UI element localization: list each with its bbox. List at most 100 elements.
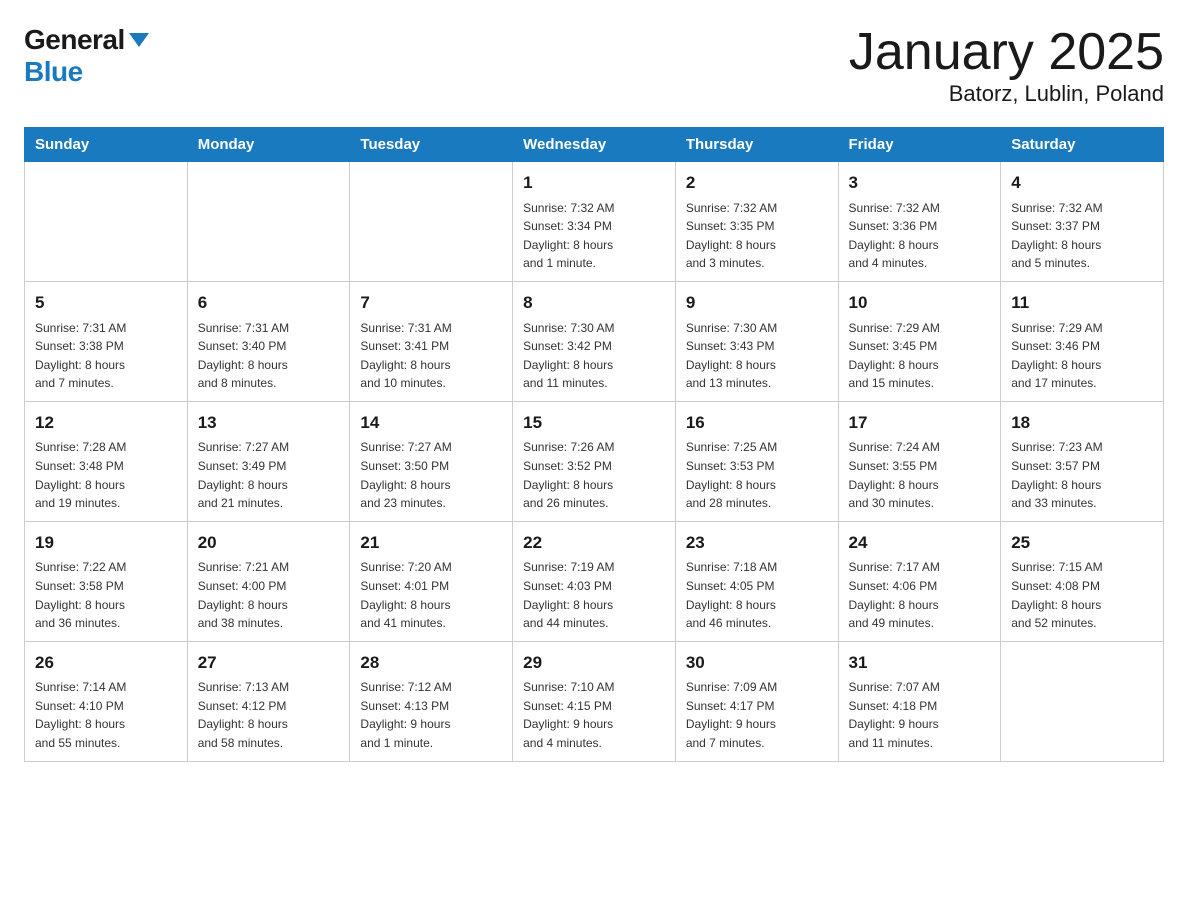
day-number: 26 bbox=[35, 650, 177, 676]
calendar-day-cell: 13Sunrise: 7:27 AMSunset: 3:49 PMDayligh… bbox=[187, 401, 350, 521]
calendar-day-cell: 20Sunrise: 7:21 AMSunset: 4:00 PMDayligh… bbox=[187, 521, 350, 641]
calendar-day-cell: 17Sunrise: 7:24 AMSunset: 3:55 PMDayligh… bbox=[838, 401, 1001, 521]
day-number: 30 bbox=[686, 650, 828, 676]
day-info: Sunrise: 7:20 AMSunset: 4:01 PMDaylight:… bbox=[360, 558, 502, 632]
day-info: Sunrise: 7:32 AMSunset: 3:36 PMDaylight:… bbox=[849, 199, 991, 273]
day-info: Sunrise: 7:31 AMSunset: 3:38 PMDaylight:… bbox=[35, 319, 177, 393]
day-number: 12 bbox=[35, 410, 177, 436]
day-number: 8 bbox=[523, 290, 665, 316]
calendar-day-cell: 28Sunrise: 7:12 AMSunset: 4:13 PMDayligh… bbox=[350, 641, 513, 761]
day-of-week-header: Tuesday bbox=[350, 128, 513, 162]
calendar-day-cell: 15Sunrise: 7:26 AMSunset: 3:52 PMDayligh… bbox=[513, 401, 676, 521]
day-info: Sunrise: 7:07 AMSunset: 4:18 PMDaylight:… bbox=[849, 678, 991, 752]
day-info: Sunrise: 7:30 AMSunset: 3:43 PMDaylight:… bbox=[686, 319, 828, 393]
calendar-day-cell: 23Sunrise: 7:18 AMSunset: 4:05 PMDayligh… bbox=[675, 521, 838, 641]
day-number: 4 bbox=[1011, 170, 1153, 196]
calendar-day-cell: 11 Sunrise: 7:29 AMSunset: 3:46 PMDayligh… bbox=[1001, 282, 1164, 402]
day-number: 16 bbox=[686, 410, 828, 436]
day-info: Sunrise: 7:18 AMSunset: 4:05 PMDaylight:… bbox=[686, 558, 828, 632]
calendar-day-cell: 21Sunrise: 7:20 AMSunset: 4:01 PMDayligh… bbox=[350, 521, 513, 641]
day-info: Sunrise: 7:13 AMSunset: 4:12 PMDaylight:… bbox=[198, 678, 340, 752]
day-number: 28 bbox=[360, 650, 502, 676]
day-info: Sunrise: 7:32 AMSunset: 3:37 PMDaylight:… bbox=[1011, 199, 1153, 273]
day-number: 6 bbox=[198, 290, 340, 316]
day-info: Sunrise: 7:29 AMSunset: 3:45 PMDaylight:… bbox=[849, 319, 991, 393]
day-info: Sunrise: 7:12 AMSunset: 4:13 PMDaylight:… bbox=[360, 678, 502, 752]
day-info: Sunrise: 7:09 AMSunset: 4:17 PMDaylight:… bbox=[686, 678, 828, 752]
day-number: 14 bbox=[360, 410, 502, 436]
day-info: Sunrise: 7:23 AMSunset: 3:57 PMDaylight:… bbox=[1011, 438, 1153, 512]
day-of-week-header: Thursday bbox=[675, 128, 838, 162]
calendar-day-cell: 3 Sunrise: 7:32 AMSunset: 3:36 PMDaylight… bbox=[838, 162, 1001, 282]
calendar-day-cell: 22Sunrise: 7:19 AMSunset: 4:03 PMDayligh… bbox=[513, 521, 676, 641]
logo-arrow-icon bbox=[129, 33, 149, 47]
calendar-day-cell: 27Sunrise: 7:13 AMSunset: 4:12 PMDayligh… bbox=[187, 641, 350, 761]
calendar-day-cell: 26Sunrise: 7:14 AMSunset: 4:10 PMDayligh… bbox=[25, 641, 188, 761]
day-of-week-header: Friday bbox=[838, 128, 1001, 162]
calendar-week-row: 1 Sunrise: 7:32 AMSunset: 3:34 PMDaylight… bbox=[25, 162, 1164, 282]
calendar-header-row: SundayMondayTuesdayWednesdayThursdayFrid… bbox=[25, 128, 1164, 162]
day-info: Sunrise: 7:19 AMSunset: 4:03 PMDaylight:… bbox=[523, 558, 665, 632]
calendar-week-row: 12Sunrise: 7:28 AMSunset: 3:48 PMDayligh… bbox=[25, 401, 1164, 521]
day-info: Sunrise: 7:26 AMSunset: 3:52 PMDaylight:… bbox=[523, 438, 665, 512]
calendar-day-cell: 18Sunrise: 7:23 AMSunset: 3:57 PMDayligh… bbox=[1001, 401, 1164, 521]
day-number: 9 bbox=[686, 290, 828, 316]
day-number: 23 bbox=[686, 530, 828, 556]
day-info: Sunrise: 7:15 AMSunset: 4:08 PMDaylight:… bbox=[1011, 558, 1153, 632]
calendar-day-cell: 25Sunrise: 7:15 AMSunset: 4:08 PMDayligh… bbox=[1001, 521, 1164, 641]
logo-general-text: General bbox=[24, 24, 125, 56]
calendar-day-cell: 9 Sunrise: 7:30 AMSunset: 3:43 PMDaylight… bbox=[675, 282, 838, 402]
day-info: Sunrise: 7:28 AMSunset: 3:48 PMDaylight:… bbox=[35, 438, 177, 512]
calendar-day-cell: 24Sunrise: 7:17 AMSunset: 4:06 PMDayligh… bbox=[838, 521, 1001, 641]
day-number: 21 bbox=[360, 530, 502, 556]
day-info: Sunrise: 7:17 AMSunset: 4:06 PMDaylight:… bbox=[849, 558, 991, 632]
calendar-table: SundayMondayTuesdayWednesdayThursdayFrid… bbox=[24, 127, 1164, 761]
calendar-day-cell: 8 Sunrise: 7:30 AMSunset: 3:42 PMDaylight… bbox=[513, 282, 676, 402]
day-info: Sunrise: 7:31 AMSunset: 3:41 PMDaylight:… bbox=[360, 319, 502, 393]
calendar-day-cell bbox=[25, 162, 188, 282]
page-header: General Blue January 2025 Batorz, Lublin… bbox=[24, 24, 1164, 107]
day-number: 17 bbox=[849, 410, 991, 436]
calendar-day-cell: 7Sunrise: 7:31 AMSunset: 3:41 PMDaylight… bbox=[350, 282, 513, 402]
title-section: January 2025 Batorz, Lublin, Poland bbox=[849, 24, 1164, 107]
calendar-day-cell bbox=[350, 162, 513, 282]
day-number: 2 bbox=[686, 170, 828, 196]
calendar-day-cell: 29Sunrise: 7:10 AMSunset: 4:15 PMDayligh… bbox=[513, 641, 676, 761]
day-info: Sunrise: 7:24 AMSunset: 3:55 PMDaylight:… bbox=[849, 438, 991, 512]
calendar-day-cell bbox=[1001, 641, 1164, 761]
day-number: 11 bbox=[1011, 290, 1153, 316]
day-number: 3 bbox=[849, 170, 991, 196]
calendar-day-cell: 16Sunrise: 7:25 AMSunset: 3:53 PMDayligh… bbox=[675, 401, 838, 521]
calendar-day-cell: 4 Sunrise: 7:32 AMSunset: 3:37 PMDaylight… bbox=[1001, 162, 1164, 282]
calendar-day-cell: 14Sunrise: 7:27 AMSunset: 3:50 PMDayligh… bbox=[350, 401, 513, 521]
day-info: Sunrise: 7:14 AMSunset: 4:10 PMDaylight:… bbox=[35, 678, 177, 752]
day-number: 10 bbox=[849, 290, 991, 316]
day-number: 31 bbox=[849, 650, 991, 676]
day-info: Sunrise: 7:22 AMSunset: 3:58 PMDaylight:… bbox=[35, 558, 177, 632]
calendar-day-cell: 19Sunrise: 7:22 AMSunset: 3:58 PMDayligh… bbox=[25, 521, 188, 641]
day-number: 15 bbox=[523, 410, 665, 436]
day-info: Sunrise: 7:29 AMSunset: 3:46 PMDaylight:… bbox=[1011, 319, 1153, 393]
calendar-day-cell: 30Sunrise: 7:09 AMSunset: 4:17 PMDayligh… bbox=[675, 641, 838, 761]
location-text: Batorz, Lublin, Poland bbox=[849, 81, 1164, 107]
calendar-day-cell: 6Sunrise: 7:31 AMSunset: 3:40 PMDaylight… bbox=[187, 282, 350, 402]
day-number: 25 bbox=[1011, 530, 1153, 556]
day-of-week-header: Monday bbox=[187, 128, 350, 162]
day-of-week-header: Sunday bbox=[25, 128, 188, 162]
day-of-week-header: Saturday bbox=[1001, 128, 1164, 162]
day-info: Sunrise: 7:32 AMSunset: 3:34 PMDaylight:… bbox=[523, 199, 665, 273]
day-number: 1 bbox=[523, 170, 665, 196]
day-info: Sunrise: 7:30 AMSunset: 3:42 PMDaylight:… bbox=[523, 319, 665, 393]
day-number: 5 bbox=[35, 290, 177, 316]
day-of-week-header: Wednesday bbox=[513, 128, 676, 162]
calendar-week-row: 5 Sunrise: 7:31 AMSunset: 3:38 PMDaylight… bbox=[25, 282, 1164, 402]
day-info: Sunrise: 7:25 AMSunset: 3:53 PMDaylight:… bbox=[686, 438, 828, 512]
logo: General Blue bbox=[24, 24, 149, 88]
day-number: 18 bbox=[1011, 410, 1153, 436]
day-number: 24 bbox=[849, 530, 991, 556]
calendar-day-cell: 2Sunrise: 7:32 AMSunset: 3:35 PMDaylight… bbox=[675, 162, 838, 282]
calendar-week-row: 26Sunrise: 7:14 AMSunset: 4:10 PMDayligh… bbox=[25, 641, 1164, 761]
day-number: 20 bbox=[198, 530, 340, 556]
day-number: 27 bbox=[198, 650, 340, 676]
calendar-day-cell: 31Sunrise: 7:07 AMSunset: 4:18 PMDayligh… bbox=[838, 641, 1001, 761]
